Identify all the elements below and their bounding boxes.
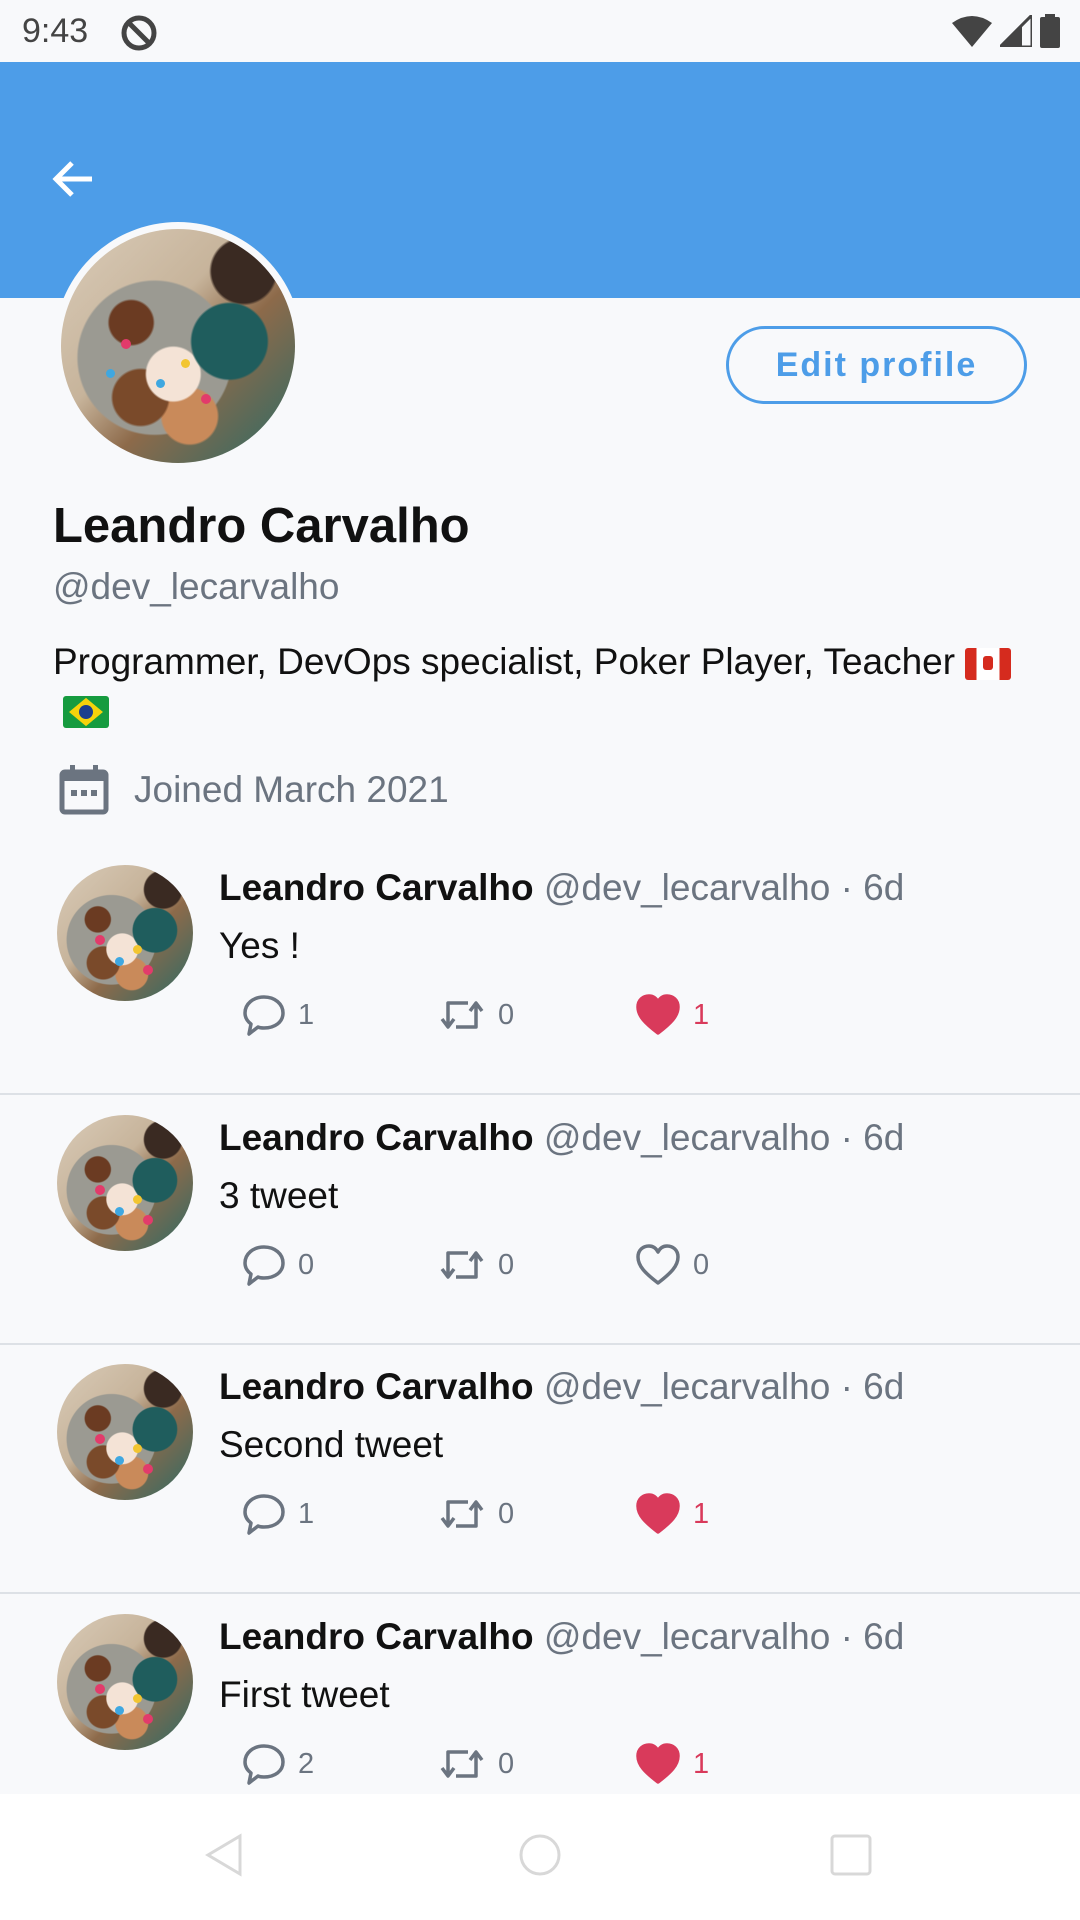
reply-count: 0 bbox=[298, 1248, 315, 1281]
tweet-header: Leandro Carvalho @dev_lecarvalho · 6d bbox=[219, 1366, 904, 1408]
avatar-image bbox=[57, 865, 193, 1001]
retweet-button[interactable]: 0 bbox=[438, 990, 514, 1040]
edit-profile-button[interactable]: Edit profile bbox=[726, 326, 1027, 404]
like-button[interactable]: 0 bbox=[635, 1240, 709, 1290]
tweet-item[interactable]: Leandro Carvalho @dev_lecarvalho · 6d Ye… bbox=[0, 845, 1080, 1095]
status-icons bbox=[952, 14, 1060, 48]
retweet-count: 0 bbox=[498, 1497, 515, 1530]
retweet-count: 0 bbox=[498, 1248, 515, 1281]
joined-text: Joined March 2021 bbox=[134, 769, 449, 810]
reply-button[interactable]: 0 bbox=[242, 1240, 314, 1290]
profile-handle: @dev_lecarvalho bbox=[53, 566, 340, 607]
heart-icon bbox=[636, 994, 680, 1035]
tweet-meta: @dev_lecarvalho · 6d bbox=[543, 1117, 905, 1158]
like-count: 1 bbox=[693, 998, 710, 1031]
nav-recents-icon[interactable] bbox=[826, 1830, 876, 1880]
retweet-button[interactable]: 0 bbox=[438, 1489, 514, 1539]
dnd-icon bbox=[121, 15, 157, 51]
retweet-icon bbox=[440, 1251, 484, 1279]
profile-avatar[interactable] bbox=[54, 222, 302, 470]
system-nav-bar bbox=[0, 1794, 1080, 1920]
avatar-image bbox=[57, 1614, 193, 1750]
reply-icon bbox=[243, 995, 285, 1036]
retweet-button[interactable]: 0 bbox=[438, 1739, 514, 1789]
tweet-item[interactable]: Leandro Carvalho @dev_lecarvalho · 6d Se… bbox=[0, 1344, 1080, 1594]
tweet-text: First tweet bbox=[219, 1674, 390, 1715]
tweet-author: Leandro Carvalho bbox=[219, 867, 534, 908]
battery-icon bbox=[1040, 14, 1060, 48]
tweet-avatar[interactable] bbox=[52, 1110, 198, 1256]
avatar-image bbox=[61, 229, 295, 463]
nav-back-icon[interactable] bbox=[200, 1830, 250, 1880]
heart-icon bbox=[636, 1244, 680, 1285]
retweet-count: 0 bbox=[498, 1747, 515, 1780]
heart-icon bbox=[636, 1743, 680, 1784]
tweet-author: Leandro Carvalho bbox=[219, 1366, 534, 1407]
bio-text: Programmer, DevOps specialist, Poker Pla… bbox=[53, 641, 956, 682]
reply-icon bbox=[243, 1245, 285, 1286]
arrow-left-icon bbox=[52, 161, 92, 197]
status-bar: 9:43 bbox=[0, 0, 1080, 62]
tweet-meta: @dev_lecarvalho · 6d bbox=[543, 1616, 905, 1657]
like-button[interactable]: 1 bbox=[635, 1489, 709, 1539]
like-count: 1 bbox=[693, 1497, 710, 1530]
like-button[interactable]: 1 bbox=[635, 1739, 709, 1789]
retweet-button[interactable]: 0 bbox=[438, 1240, 514, 1290]
profile-name: Leandro Carvalho bbox=[53, 499, 470, 553]
tweet-actions: 1 0 1 bbox=[242, 1489, 742, 1539]
like-count: 0 bbox=[693, 1248, 710, 1281]
tweet-text: Yes ! bbox=[219, 925, 300, 966]
avatar-image bbox=[57, 1115, 193, 1251]
tweet-author: Leandro Carvalho bbox=[219, 1616, 534, 1657]
like-button[interactable]: 1 bbox=[635, 990, 709, 1040]
avatar-image bbox=[57, 1364, 193, 1500]
tweet-avatar[interactable] bbox=[52, 1609, 198, 1755]
joined-date: Joined March 2021 bbox=[56, 762, 449, 818]
tweet-avatar[interactable] bbox=[52, 1359, 198, 1505]
tweet-item[interactable]: Leandro Carvalho @dev_lecarvalho · 6d 3 … bbox=[0, 1095, 1080, 1345]
flag-canada-icon bbox=[965, 648, 1012, 681]
tweet-actions: 2 0 1 bbox=[242, 1739, 742, 1789]
reply-icon bbox=[243, 1744, 285, 1785]
retweet-icon bbox=[440, 1750, 484, 1778]
tweet-actions: 1 0 1 bbox=[242, 990, 742, 1040]
retweet-icon bbox=[440, 1500, 484, 1528]
reply-button[interactable]: 1 bbox=[242, 990, 314, 1040]
tweet-header: Leandro Carvalho @dev_lecarvalho · 6d bbox=[219, 1616, 904, 1658]
back-button[interactable] bbox=[46, 153, 98, 205]
tweet-avatar[interactable] bbox=[52, 860, 198, 1006]
heart-icon bbox=[636, 1493, 680, 1534]
tweet-meta: @dev_lecarvalho · 6d bbox=[543, 1366, 905, 1407]
wifi-icon bbox=[952, 16, 992, 47]
flag-brazil-icon bbox=[63, 696, 109, 729]
tweet-actions: 0 0 0 bbox=[242, 1240, 742, 1290]
calendar-icon bbox=[59, 765, 109, 815]
reply-button[interactable]: 2 bbox=[242, 1739, 314, 1789]
like-count: 1 bbox=[693, 1747, 710, 1780]
status-time: 9:43 bbox=[22, 12, 89, 50]
tweet-author: Leandro Carvalho bbox=[219, 1117, 534, 1158]
tweet-header: Leandro Carvalho @dev_lecarvalho · 6d bbox=[219, 1117, 904, 1159]
reply-button[interactable]: 1 bbox=[242, 1489, 314, 1539]
signal-icon bbox=[1000, 15, 1032, 47]
profile-bio: Programmer, DevOps specialist, Poker Pla… bbox=[53, 638, 1013, 734]
reply-count: 1 bbox=[298, 998, 315, 1031]
tweet-header: Leandro Carvalho @dev_lecarvalho · 6d bbox=[219, 867, 904, 909]
reply-icon bbox=[243, 1494, 285, 1535]
reply-count: 1 bbox=[298, 1497, 315, 1530]
retweet-count: 0 bbox=[498, 998, 515, 1031]
reply-count: 2 bbox=[298, 1747, 315, 1780]
tweet-text: 3 tweet bbox=[219, 1175, 339, 1216]
nav-home-icon[interactable] bbox=[515, 1830, 565, 1880]
retweet-icon bbox=[440, 1001, 484, 1029]
tweet-meta: @dev_lecarvalho · 6d bbox=[543, 867, 905, 908]
tweet-text: Second tweet bbox=[219, 1424, 444, 1465]
